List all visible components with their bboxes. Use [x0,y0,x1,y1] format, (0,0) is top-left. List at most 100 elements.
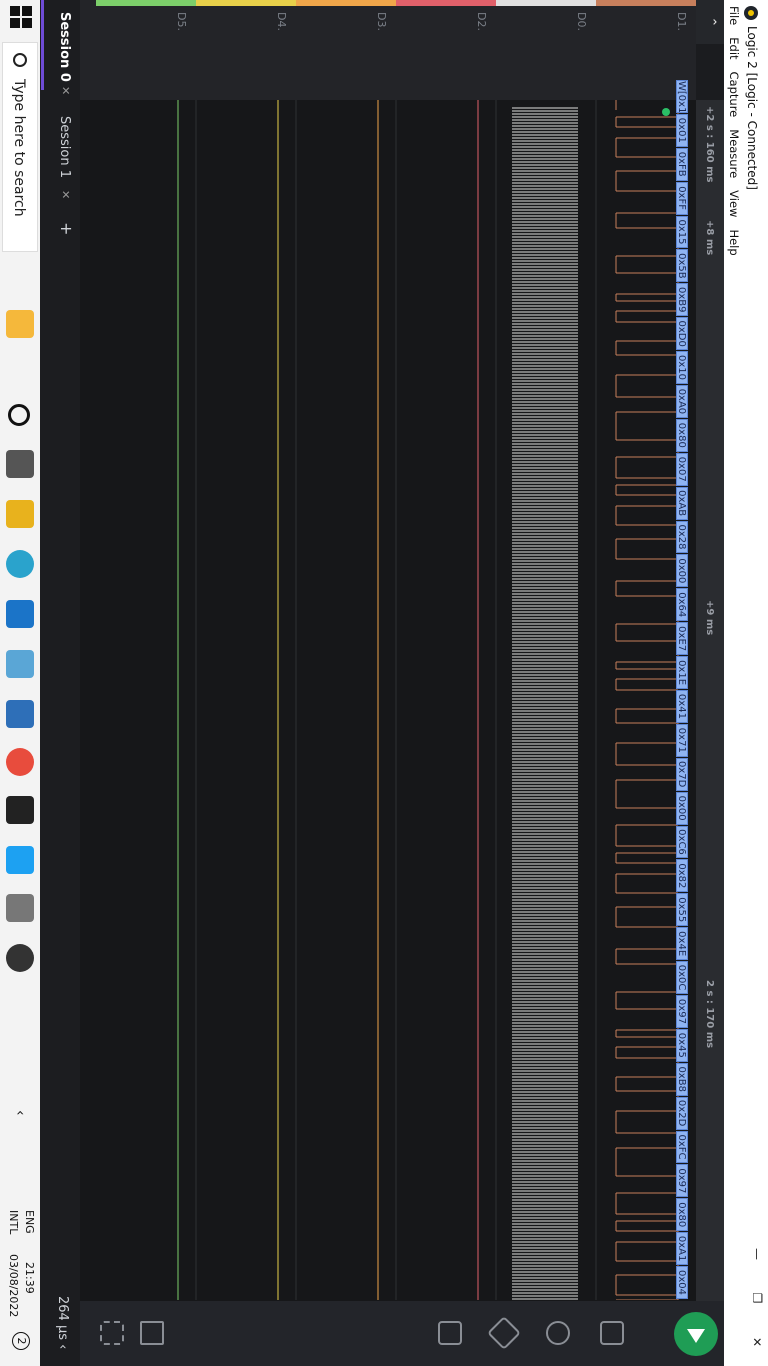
tray-chevron-icon[interactable]: ‹ [12,1110,28,1116]
decoded-byte[interactable]: 0xB9 [676,283,688,317]
terminal-icon[interactable] [6,796,34,824]
collapse-panel-button[interactable]: ⌃ [696,0,724,44]
decoded-byte[interactable]: 0x64 [676,588,688,622]
decoded-byte[interactable]: 0x2D [676,1096,688,1130]
time-marker-8ms: +8 ms [704,220,715,256]
decoded-byte[interactable]: 0x97 [676,1164,688,1198]
app-icon-x[interactable] [6,846,34,874]
logic-taskbar-icon[interactable] [6,944,34,972]
decoded-byte[interactable]: 0x41 [676,690,688,723]
decoded-byte[interactable]: 0xA0 [676,385,688,418]
channel-label-d3[interactable]: D3. [296,0,396,100]
windows-start-icon[interactable] [10,6,32,28]
decoded-byte[interactable]: 0x5B [676,249,688,283]
decoded-byte[interactable]: 0xFF [676,181,688,215]
app-icon-gray[interactable] [6,894,34,922]
extensions-icon[interactable] [546,1321,570,1345]
decoded-byte[interactable]: 0xFC [676,1130,688,1164]
decoded-byte[interactable]: 0x1E [676,656,688,689]
add-session-button[interactable]: + [57,222,76,235]
menu-capture[interactable]: Capture [724,66,744,124]
menu-edit[interactable]: Edit [724,31,744,65]
channel-label-d4[interactable]: D4. [196,0,296,100]
close-session-1-icon[interactable]: ✕ [59,190,72,199]
channel-label-d5[interactable]: D5. [96,0,196,100]
notes-icon[interactable] [140,1321,164,1345]
decoded-byte[interactable]: 0x82 [676,859,688,893]
edge-icon[interactable] [6,550,34,578]
decoded-byte[interactable]: 0x07 [676,452,688,486]
decoded-byte[interactable]: 0x00 [676,554,688,588]
decoded-byte[interactable]: 0x55 [676,893,688,927]
decoded-byte[interactable]: 0xE7 [676,622,688,656]
tray-time[interactable]: 21:39 [23,1262,36,1294]
menu-view[interactable]: View [724,184,744,223]
close-button[interactable]: ✕ [746,1320,768,1364]
tray-layout[interactable]: INTL [7,1210,20,1234]
decoded-byte[interactable]: 0xC6 [676,825,688,859]
timing-readout: 264 µs ‹ [55,1296,70,1350]
analyzers-icon[interactable] [600,1321,624,1345]
decoded-byte[interactable]: 0x7D [676,757,688,791]
logic-app-icon [744,6,758,20]
taskview-icon[interactable] [6,450,34,478]
decoded-byte[interactable]: 0x0C [676,961,688,994]
measure-icon[interactable] [487,1316,521,1350]
markers-icon[interactable] [438,1321,462,1345]
decoded-byte[interactable]: 0x10 [676,351,688,384]
time-marker-9ms: +9 ms [704,600,715,636]
search-placeholder: Type here to search [11,79,27,217]
file-explorer-icon[interactable] [6,500,34,528]
menu-help[interactable]: Help [724,223,744,261]
decoded-byte[interactable]: 0x4E [676,927,688,961]
decoded-byte[interactable]: 0x71 [676,723,688,757]
tab-session-0[interactable]: Session 0 [57,12,72,82]
decoded-byte[interactable]: 0xD0 [676,317,688,351]
decoded-byte[interactable]: W[0x1 [676,80,688,113]
app-window: Logic 2 [Logic - Connected] File Edit Ca… [0,0,768,1366]
i2c-decode-bar: W[0x1 0x01 0xFB 0xFF 0x15 0x5B 0xB9 0xD0 0x10 0xA… [676,80,688,1300]
start-marker-dot [662,108,670,116]
channel-name: D3. [375,12,388,31]
tray-date[interactable]: 03/08/2022 [7,1254,20,1317]
channel-label-d2[interactable]: D2. [396,0,496,100]
windows-taskbar: Type here to search ‹ ENG INTL 21:39 03/… [0,0,40,1366]
waveform-area[interactable]: W[0x1 0x01 0xFB 0xFF 0x15 0x5B 0xB9 0xD0 0x10 0xA… [76,80,696,1366]
window-title: Logic 2 [Logic - Connected] [745,26,759,190]
decoded-byte[interactable]: 0x80 [676,418,688,452]
decoded-byte[interactable]: 0xAB [676,486,688,520]
channel-name: D5. [175,12,188,31]
right-sidebar [80,1301,724,1366]
decoded-byte[interactable]: 0xA1 [676,1232,688,1266]
layout-icon[interactable] [100,1321,124,1345]
decoded-byte[interactable]: 0x00 [676,791,688,825]
decoded-byte[interactable]: 0xFB [676,147,688,181]
minimize-button[interactable]: — [746,1232,768,1276]
chrome-icon[interactable] [6,748,34,776]
decoded-byte[interactable]: 0x15 [676,215,688,249]
decoded-byte[interactable]: 0x97 [676,995,688,1028]
time-axis-start-label: +2 s : 160 ms [704,106,715,183]
azure-icon[interactable] [6,600,34,628]
taskbar-search-box[interactable]: Type here to search [2,42,38,252]
close-session-0-icon[interactable]: ✕ [59,86,72,95]
calculator-icon[interactable] [6,700,34,728]
task-view-icon[interactable] [8,404,30,426]
notification-badge[interactable]: 2 [12,1332,30,1350]
tray-lang[interactable]: ENG [23,1210,36,1234]
decoded-byte[interactable]: 0x28 [676,520,688,554]
tab-session-1[interactable]: Session 1 [57,116,72,178]
app-icon-blue[interactable] [6,650,34,678]
start-capture-button[interactable] [674,1312,718,1356]
decoded-byte[interactable]: 0x80 [676,1198,688,1232]
decoded-byte[interactable]: 0x04 [676,1266,688,1299]
decoded-byte[interactable]: 0x45 [676,1028,688,1062]
channel-color-d0 [496,0,596,6]
menu-file[interactable]: File [724,0,744,31]
channel-label-d0[interactable]: D0. [496,0,596,100]
menu-measure[interactable]: Measure [724,123,744,184]
decoded-byte[interactable]: 0xB8 [676,1062,688,1096]
decoded-byte[interactable]: 0x01 [676,113,688,147]
news-widget-icon[interactable] [6,310,34,338]
restore-button[interactable]: ❐ [746,1276,768,1320]
